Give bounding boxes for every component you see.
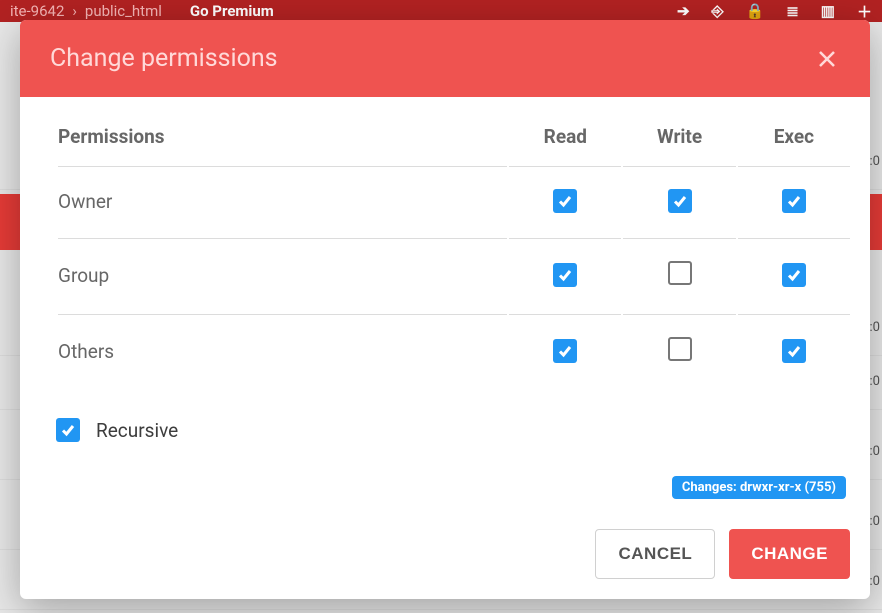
dialog-title: Change permissions xyxy=(50,44,278,73)
checkbox-recursive[interactable] xyxy=(56,418,80,442)
checkbox-others-exec[interactable] xyxy=(782,339,806,363)
dialog-header: Change permissions xyxy=(20,20,870,97)
checkbox-group-write[interactable] xyxy=(668,261,692,285)
row-group: Group xyxy=(58,238,850,312)
breadcrumb-segment[interactable]: public_html xyxy=(85,2,162,20)
toolbar-icon[interactable]: ▥ xyxy=(821,2,835,20)
toolbar-icon[interactable]: ＋ xyxy=(857,1,872,22)
change-button[interactable]: CHANGE xyxy=(729,529,850,579)
top-toolbar: ite-9642 › public_html Go Premium ➔ ⎆ 🔒 … xyxy=(0,0,882,22)
dialog-footer: CANCEL CHANGE xyxy=(20,519,870,599)
row-label: Others xyxy=(58,314,507,388)
close-icon[interactable] xyxy=(814,46,840,72)
toolbar-icon[interactable]: ➔ xyxy=(677,2,690,20)
checkbox-group-exec[interactable] xyxy=(782,263,806,287)
col-write: Write xyxy=(623,125,735,164)
row-label: Group xyxy=(58,238,507,312)
go-premium-link[interactable]: Go Premium xyxy=(190,2,274,20)
row-label: Owner xyxy=(58,166,507,236)
row-owner: Owner xyxy=(58,166,850,236)
cancel-button[interactable]: CANCEL xyxy=(595,529,715,579)
dialog-body: Permissions Read Write Exec Owner Group xyxy=(20,97,870,519)
checkbox-owner-write[interactable] xyxy=(668,189,692,213)
row-others: Others xyxy=(58,314,850,388)
col-read: Read xyxy=(509,125,621,164)
checkbox-owner-read[interactable] xyxy=(553,189,577,213)
changes-badge: Changes: drwxr-xr-x (755) xyxy=(672,476,846,499)
breadcrumb-segment[interactable]: ite-9642 xyxy=(10,2,64,20)
checkbox-others-write[interactable] xyxy=(668,337,692,361)
toolbar-icon[interactable]: ≣ xyxy=(786,2,799,20)
toolbar-icon[interactable]: ⎆ xyxy=(712,2,724,20)
col-exec: Exec xyxy=(738,125,850,164)
permissions-dialog: Change permissions Permissions Read Writ… xyxy=(20,20,870,599)
chevron-right-icon: › xyxy=(72,2,77,20)
checkbox-group-read[interactable] xyxy=(553,263,577,287)
toolbar-icon[interactable]: 🔒 xyxy=(746,2,765,20)
checkbox-owner-exec[interactable] xyxy=(782,189,806,213)
recursive-label: Recursive xyxy=(96,419,178,442)
checkbox-others-read[interactable] xyxy=(553,339,577,363)
recursive-row: Recursive xyxy=(56,418,852,442)
permissions-table: Permissions Read Write Exec Owner Group xyxy=(56,123,852,390)
col-permissions: Permissions xyxy=(58,125,507,164)
